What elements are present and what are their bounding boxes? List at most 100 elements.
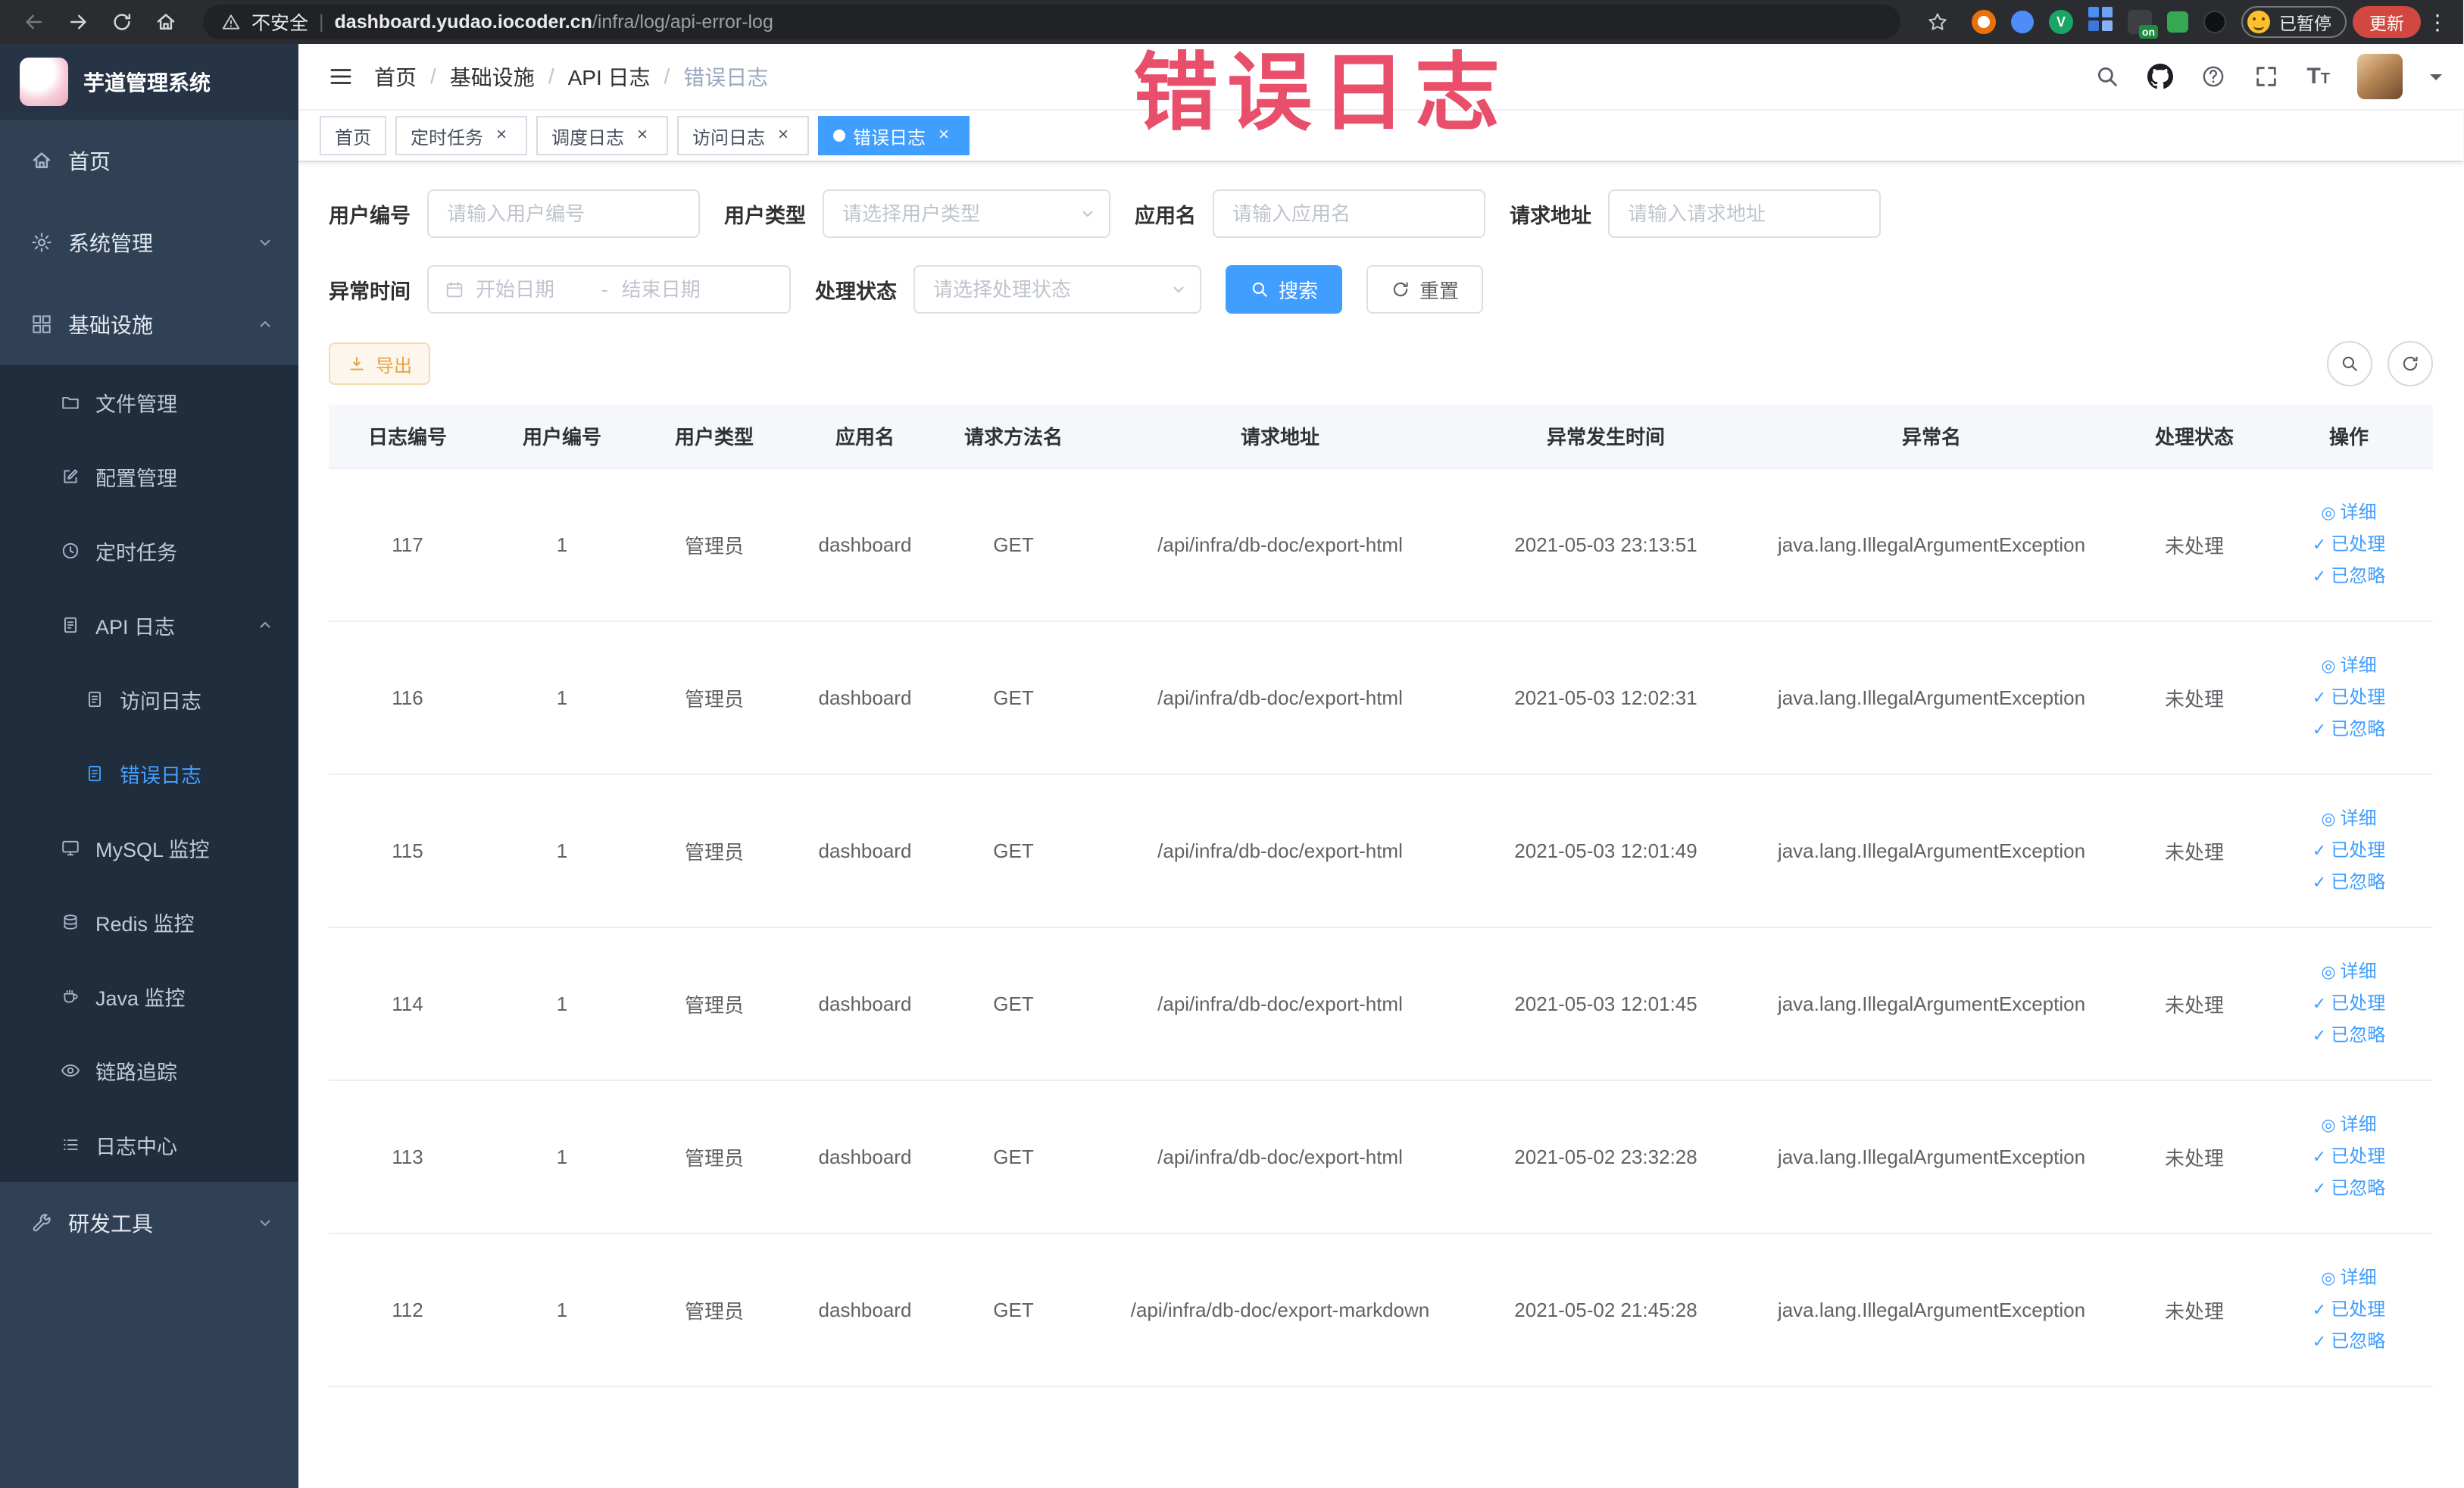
action-processed[interactable]: ✓ 已处理 — [2313, 530, 2385, 559]
tab-access-log[interactable]: 访问日志 — [677, 116, 809, 155]
close-icon[interactable] — [491, 125, 512, 146]
action-ignore[interactable]: ✓ 已忽略 — [2313, 868, 2385, 897]
font-size-icon[interactable]: TT — [2306, 64, 2330, 89]
date-range-picker[interactable]: - — [427, 265, 791, 314]
tab-scheduled-job[interactable]: 定时任务 — [395, 116, 527, 155]
cell-method: GET — [939, 1080, 1088, 1234]
document-icon — [85, 764, 105, 783]
action-detail[interactable]: ◎ 详细 — [2321, 499, 2376, 527]
warning-icon — [221, 12, 241, 32]
fullscreen-icon[interactable] — [2253, 64, 2279, 89]
app-name-input[interactable] — [1213, 189, 1485, 238]
address-bar[interactable]: 不安全 | dashboard.yudao.iocoder.cn/infra/l… — [203, 5, 1900, 39]
reload-button[interactable] — [103, 3, 141, 41]
reset-button[interactable]: 重置 — [1366, 265, 1484, 314]
close-icon[interactable] — [933, 125, 954, 146]
chrome-update-button[interactable]: 更新 — [2353, 6, 2421, 38]
action-ignore[interactable]: ✓ 已忽略 — [2313, 1174, 2385, 1203]
sidebar-item-api-log[interactable]: API 日志 — [0, 588, 298, 662]
action-processed[interactable]: ✓ 已处理 — [2313, 989, 2385, 1018]
sidebar-item-file-manage[interactable]: 文件管理 — [0, 365, 298, 439]
page-content: 用户编号 用户类型 应用名 请求地址 — [298, 162, 2463, 1488]
toggle-search-button[interactable] — [2327, 341, 2372, 386]
request-url-input[interactable] — [1608, 189, 1881, 238]
close-icon[interactable] — [632, 125, 653, 146]
extension-green-circle-icon[interactable]: V — [2049, 10, 2073, 34]
action-ignore[interactable]: ✓ 已忽略 — [2313, 1021, 2385, 1050]
tab-schedule-log[interactable]: 调度日志 — [536, 116, 668, 155]
refresh-table-button[interactable] — [2387, 341, 2433, 386]
avatar-caret-icon[interactable] — [2430, 74, 2442, 86]
action-processed[interactable]: ✓ 已处理 — [2313, 1296, 2385, 1324]
column-header: 异常发生时间 — [1472, 405, 1739, 469]
action-processed[interactable]: ✓ 已处理 — [2313, 836, 2385, 865]
action-detail[interactable]: ◎ 详细 — [2321, 652, 2376, 680]
cell-status: 未处理 — [2124, 1233, 2265, 1387]
sidebar-item-access-log[interactable]: 访问日志 — [0, 662, 298, 736]
exception-time-label: 异常时间 — [329, 280, 411, 303]
infra-submenu: 文件管理 配置管理 定时任务 API 日志 访问日志 错误日志 MySQL 监控… — [0, 365, 298, 1182]
table-toolbar: 导出 — [329, 341, 2433, 386]
user-type-select-input[interactable] — [823, 189, 1110, 238]
extension-dark-icon[interactable]: on — [2128, 10, 2158, 39]
sidebar-item-trace[interactable]: 链路追踪 — [0, 1033, 298, 1108]
sidebar-item-redis-monitor[interactable]: Redis 监控 — [0, 885, 298, 959]
breadcrumb-home[interactable]: 首页 — [374, 61, 417, 92]
eye-icon: ◎ — [2321, 962, 2336, 981]
close-icon[interactable] — [773, 125, 794, 146]
sidebar-item-home[interactable]: 首页 — [0, 120, 298, 202]
breadcrumb-infra[interactable]: 基础设施 — [450, 61, 535, 92]
sidebar-item-infra[interactable]: 基础设施 — [0, 283, 298, 365]
extension-blue-icon[interactable] — [2011, 11, 2034, 33]
profile-paused-button[interactable]: 已暂停 — [2241, 6, 2347, 38]
extension-orange-icon[interactable] — [1972, 10, 1996, 34]
extension-paw-icon[interactable] — [2203, 11, 2226, 33]
sidebar-item-error-log[interactable]: 错误日志 — [0, 736, 298, 811]
export-button[interactable]: 导出 — [329, 342, 430, 385]
github-icon[interactable] — [2147, 64, 2173, 89]
help-icon[interactable] — [2200, 64, 2226, 89]
bookmark-star-icon[interactable] — [1919, 3, 1957, 41]
action-detail[interactable]: ◎ 详细 — [2321, 958, 2376, 986]
sidebar-item-mysql-monitor[interactable]: MySQL 监控 — [0, 811, 298, 885]
search-icon — [2340, 354, 2359, 374]
extension-leaf-icon[interactable] — [2167, 11, 2188, 33]
action-ignore[interactable]: ✓ 已忽略 — [2313, 562, 2385, 591]
back-button[interactable] — [15, 3, 53, 41]
refresh-icon — [1391, 280, 1410, 299]
action-processed[interactable]: ✓ 已处理 — [2313, 683, 2385, 712]
tab-home[interactable]: 首页 — [320, 116, 386, 155]
sidebar-item-log-center[interactable]: 日志中心 — [0, 1108, 298, 1182]
action-ignore[interactable]: ✓ 已忽略 — [2313, 1327, 2385, 1356]
sidebar-toggle-icon[interactable] — [320, 55, 362, 98]
search-icon[interactable] — [2094, 64, 2120, 89]
avatar[interactable] — [2357, 54, 2403, 99]
sidebar-logo-row[interactable]: 芋道管理系统 — [0, 44, 298, 120]
tab-error-log[interactable]: 错误日志 — [818, 116, 970, 155]
list-icon — [61, 1135, 80, 1155]
omnibox-divider: | — [319, 11, 324, 33]
sidebar-item-system[interactable]: 系统管理 — [0, 202, 298, 283]
start-date-input[interactable] — [476, 277, 588, 302]
sidebar-item-config-manage[interactable]: 配置管理 — [0, 439, 298, 514]
action-processed[interactable]: ✓ 已处理 — [2313, 1143, 2385, 1171]
action-detail[interactable]: ◎ 详细 — [2321, 805, 2376, 833]
end-date-input[interactable] — [621, 277, 734, 302]
sidebar-item-java-monitor[interactable]: Java 监控 — [0, 959, 298, 1033]
action-detail[interactable]: ◎ 详细 — [2321, 1264, 2376, 1293]
browser-menu-icon[interactable]: ⋮ — [2427, 10, 2448, 35]
action-detail[interactable]: ◎ 详细 — [2321, 1111, 2376, 1139]
process-status-select[interactable] — [913, 265, 1201, 314]
url-text: dashboard.yudao.iocoder.cn/infra/log/api… — [335, 11, 773, 33]
sidebar-item-scheduled-job[interactable]: 定时任务 — [0, 514, 298, 588]
sidebar-item-dev-tools[interactable]: 研发工具 — [0, 1182, 298, 1264]
forward-button[interactable] — [59, 3, 97, 41]
breadcrumb-api-log[interactable]: API 日志 — [568, 61, 651, 92]
user-id-input[interactable] — [427, 189, 700, 238]
extension-grid-icon[interactable] — [2088, 7, 2099, 17]
search-button[interactable]: 搜索 — [1226, 265, 1343, 314]
user-type-select[interactable] — [823, 189, 1110, 238]
action-ignore[interactable]: ✓ 已忽略 — [2313, 715, 2385, 744]
process-status-select-input[interactable] — [913, 265, 1201, 314]
home-button[interactable] — [147, 3, 185, 41]
